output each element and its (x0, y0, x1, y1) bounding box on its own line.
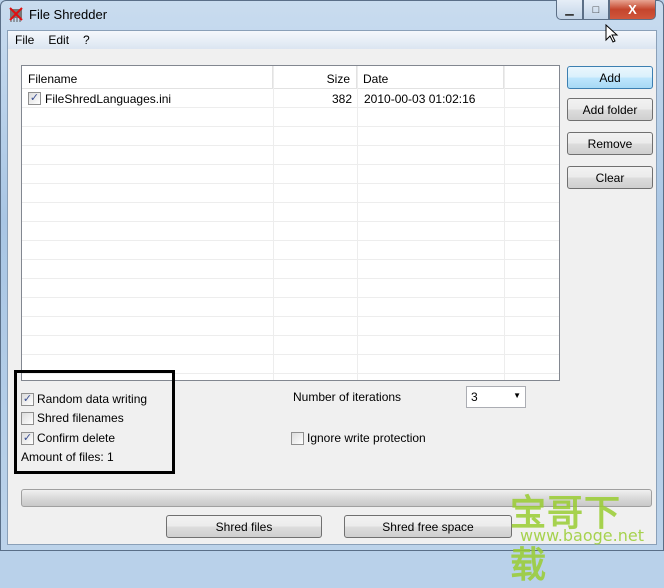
empty-row (22, 260, 559, 279)
confirm-delete-label: Confirm delete (37, 431, 116, 445)
maximize-button[interactable]: □ (583, 0, 609, 20)
mouse-cursor-icon (605, 24, 619, 43)
menu-help[interactable]: ? (76, 31, 97, 49)
empty-row (22, 203, 559, 222)
add-folder-button[interactable]: Add folder (567, 98, 653, 121)
empty-row (22, 241, 559, 260)
shred-filenames-label: Shred filenames (37, 411, 124, 425)
ignore-write-protection-label: Ignore write protection (307, 431, 426, 445)
shred-files-button[interactable]: Shred files (166, 515, 322, 538)
random-data-writing-checkbox[interactable]: ✓ (21, 393, 34, 406)
menu-bar: File Edit ? (8, 31, 656, 49)
menu-file[interactable]: File (8, 31, 41, 49)
empty-row (22, 279, 559, 298)
client-area: File Edit ? Filename Size Date ✓ FileShr… (7, 30, 657, 586)
column-empty (504, 66, 559, 89)
chevron-down-icon: ▼ (513, 391, 521, 400)
empty-row (22, 127, 559, 146)
empty-row (22, 298, 559, 317)
row-filename: FileShredLanguages.ini (45, 92, 172, 106)
empty-row (22, 108, 559, 127)
file-list[interactable]: Filename Size Date ✓ FileShredLanguages.… (21, 65, 560, 381)
empty-row (22, 165, 559, 184)
column-size[interactable]: Size (273, 66, 357, 89)
row-size: 382 (331, 92, 352, 106)
watermark-url: www.baoge.net (520, 526, 644, 545)
amount-of-files: Amount of files: 1 (21, 450, 114, 464)
iterations-label: Number of iterations (293, 390, 402, 404)
random-data-writing-label: Random data writing (37, 392, 148, 406)
empty-row (22, 146, 559, 165)
shred-filenames-checkbox[interactable] (21, 412, 34, 425)
close-button[interactable]: X (609, 0, 656, 20)
menu-edit[interactable]: Edit (41, 31, 76, 49)
column-filename[interactable]: Filename (22, 66, 273, 89)
confirm-delete-checkbox[interactable]: ✓ (21, 432, 34, 445)
empty-row (22, 222, 559, 241)
empty-row (22, 336, 559, 355)
window-title: File Shredder (29, 7, 108, 22)
add-button[interactable]: Add (567, 66, 653, 89)
empty-row (22, 184, 559, 203)
iterations-value: 3 (471, 390, 478, 404)
shredder-app-icon (9, 7, 23, 22)
clear-button[interactable]: Clear (567, 166, 653, 189)
ignore-write-protection-checkbox[interactable] (291, 432, 304, 445)
table-row[interactable]: ✓ FileShredLanguages.ini 382 2010-00-03 … (22, 89, 559, 108)
row-checkbox[interactable]: ✓ (28, 92, 41, 105)
empty-row (22, 317, 559, 336)
minimize-button[interactable]: ▁ (556, 0, 583, 20)
column-date[interactable]: Date (357, 66, 504, 89)
iterations-select[interactable]: 3 ▼ (466, 386, 526, 408)
row-date: 2010-00-03 01:02:16 (364, 92, 476, 106)
remove-button[interactable]: Remove (567, 132, 653, 155)
shred-free-space-button[interactable]: Shred free space (344, 515, 512, 538)
